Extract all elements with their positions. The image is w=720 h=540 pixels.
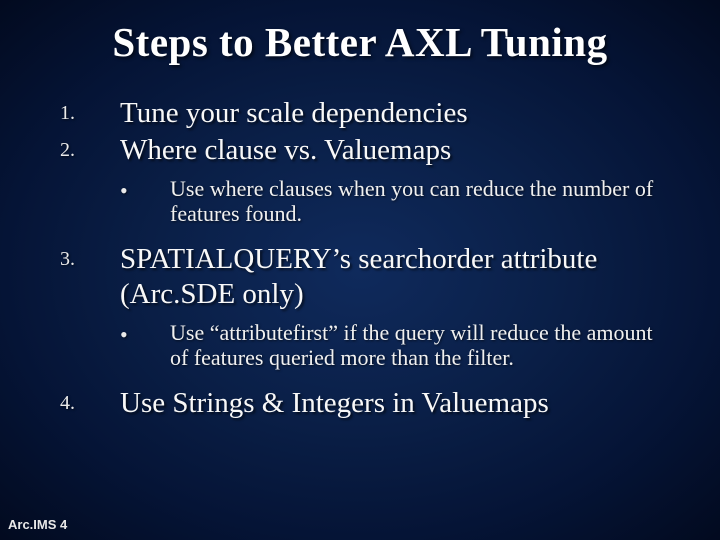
list-item: 1. Tune your scale dependencies	[60, 96, 670, 131]
list-marker-2: 2.	[60, 133, 120, 162]
bullet-icon: •	[120, 176, 170, 204]
list-item: 3. SPATIALQUERY’s searchorder attribute …	[60, 242, 670, 312]
bullet-icon: •	[120, 320, 170, 348]
list-marker-1: 1.	[60, 96, 120, 125]
slide: Steps to Better AXL Tuning 1. Tune your …	[0, 0, 720, 540]
slide-content: 1. Tune your scale dependencies 2. Where…	[50, 96, 670, 421]
list-text-4: Use Strings & Integers in Valuemaps	[120, 386, 549, 421]
sub-list-text-1: Use where clauses when you can reduce th…	[170, 176, 670, 227]
list-marker-4: 4.	[60, 386, 120, 415]
list-item: 4. Use Strings & Integers in Valuemaps	[60, 386, 670, 421]
list-text-2: Where clause vs. Valuemaps	[120, 133, 451, 168]
slide-title: Steps to Better AXL Tuning	[50, 18, 670, 66]
footer-label: Arc.IMS 4	[8, 517, 67, 532]
sub-list-item: • Use “attributefirst” if the query will…	[60, 320, 670, 371]
sub-list-item: • Use where clauses when you can reduce …	[60, 176, 670, 227]
list-marker-3: 3.	[60, 242, 120, 271]
list-item: 2. Where clause vs. Valuemaps	[60, 133, 670, 168]
list-text-1: Tune your scale dependencies	[120, 96, 468, 131]
sub-list-text-2: Use “attributefirst” if the query will r…	[170, 320, 670, 371]
list-text-3: SPATIALQUERY’s searchorder attribute (Ar…	[120, 242, 670, 312]
